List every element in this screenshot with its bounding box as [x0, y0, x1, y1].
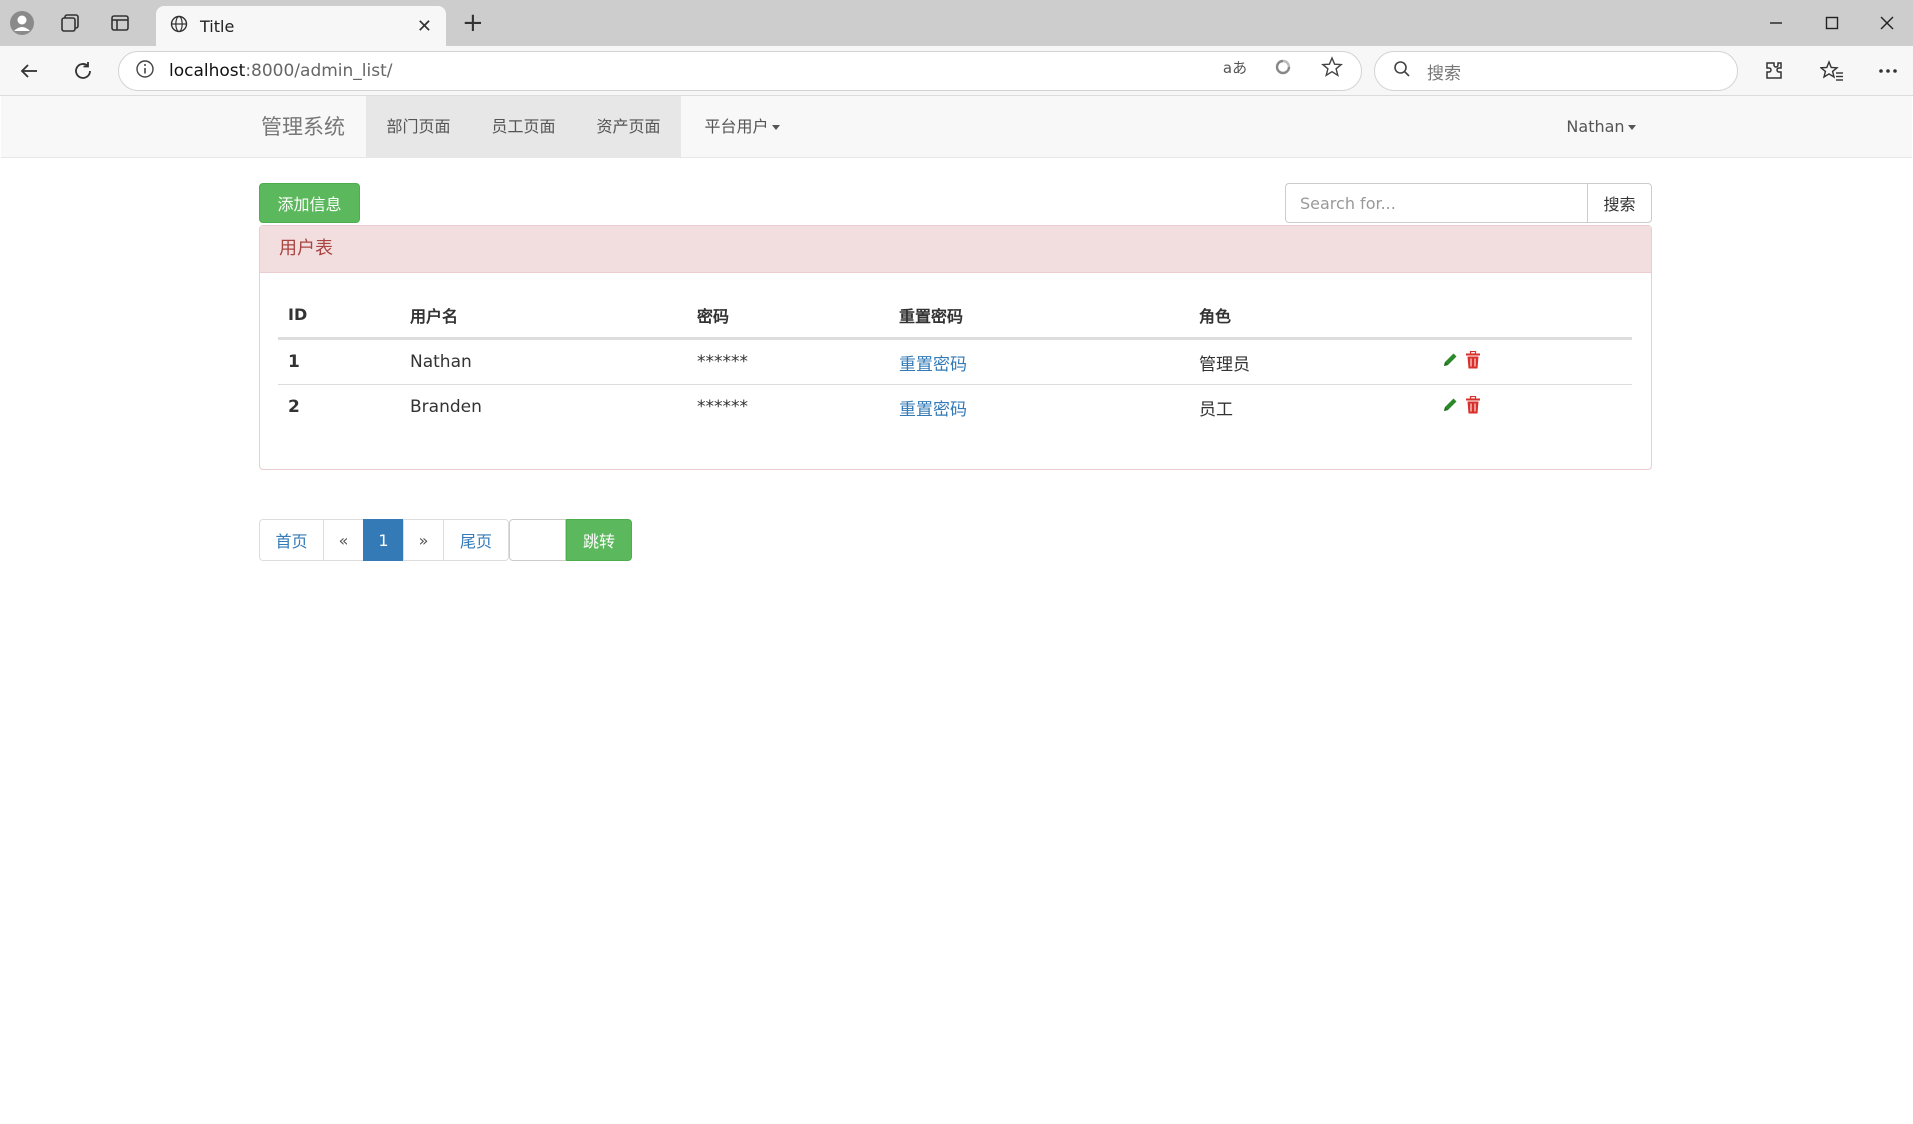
cell-password: ****** [697, 352, 748, 372]
caret-down-icon [771, 125, 780, 130]
more-menu-icon[interactable] [1874, 57, 1902, 85]
url-field[interactable]: localhost:8000/admin_list/ [118, 51, 1362, 91]
profile-icon[interactable] [8, 9, 36, 37]
browser-tab[interactable]: Title ✕ [156, 6, 446, 46]
new-tab-button[interactable]: + [462, 10, 484, 36]
cell-password: ****** [697, 397, 748, 417]
url-path: :8000/admin_list/ [245, 61, 393, 81]
top-navbar: 管理系统 部门页面 员工页面 资产页面 平台用户 Nathan [1, 96, 1912, 158]
column-header-reset-password: 重置密码 [899, 306, 964, 326]
site-info-icon[interactable] [135, 59, 155, 83]
cell-role: 员工 [1199, 399, 1233, 420]
tab-actions-icon[interactable] [106, 9, 134, 37]
column-header-role: 角色 [1199, 306, 1232, 326]
nav-dropdown-label: 平台用户 [704, 117, 769, 136]
page-first-button[interactable]: 首页 [259, 519, 324, 561]
table-header-row: ID 用户名 密码 重置密码 角色 [278, 292, 1632, 339]
edit-pencil-icon[interactable] [1441, 351, 1459, 374]
page-content: 管理系统 部门页面 员工页面 资产页面 平台用户 Nathan 添加信息 Sea… [0, 96, 1913, 1124]
maximize-icon[interactable] [1808, 8, 1856, 38]
cell-id: 2 [288, 397, 300, 417]
refresh-icon[interactable] [69, 57, 97, 85]
close-tab-icon[interactable]: ✕ [417, 16, 432, 37]
nav-link-departments[interactable]: 部门页面 [366, 96, 471, 158]
cell-username: Branden [410, 397, 482, 417]
page-jump-button[interactable]: 跳转 [566, 519, 632, 561]
table-row: 2 Branden ****** 重置密码 员工 [278, 384, 1632, 429]
url-host: localhost [169, 61, 246, 81]
search-button[interactable]: 搜索 [1587, 183, 1652, 223]
column-header-id: ID [288, 305, 308, 324]
reset-password-link[interactable]: 重置密码 [899, 385, 967, 429]
browser-search-box[interactable]: 搜索 [1374, 51, 1738, 91]
browser-essentials-icon[interactable] [1268, 53, 1298, 81]
nav-user-menu[interactable]: Nathan [1561, 96, 1641, 158]
reset-password-link[interactable]: 重置密码 [899, 340, 967, 384]
user-table-panel: 用户表 ID 用户名 密码 重置密码 角色 1 Nathan ****** 重置… [259, 225, 1652, 470]
panel-title: 用户表 [260, 226, 1651, 273]
search-icon [1393, 60, 1411, 82]
page-last-button[interactable]: 尾页 [443, 519, 509, 561]
globe-icon [170, 15, 188, 37]
nav-link-assets[interactable]: 资产页面 [576, 96, 681, 158]
row-actions [1441, 340, 1481, 384]
nav-link-employees[interactable]: 员工页面 [471, 96, 576, 158]
column-header-password: 密码 [697, 306, 730, 326]
read-aloud-icon[interactable]: aあ [1220, 53, 1250, 81]
back-arrow-icon[interactable] [15, 57, 43, 85]
page-next-button[interactable]: » [403, 519, 444, 561]
close-window-icon[interactable] [1863, 8, 1911, 38]
favorite-star-icon[interactable] [1317, 53, 1347, 81]
page-current-button[interactable]: 1 [363, 519, 404, 561]
search-input[interactable]: Search for... [1285, 183, 1587, 223]
caret-down-icon [1627, 125, 1636, 130]
row-actions [1441, 385, 1481, 429]
user-table: ID 用户名 密码 重置密码 角色 1 Nathan ****** 重置密码 管… [278, 292, 1632, 429]
cell-role: 管理员 [1199, 354, 1250, 375]
browser-tab-bar: Title ✕ + [0, 0, 1913, 46]
collections-icon[interactable] [56, 9, 84, 37]
minimize-icon[interactable] [1752, 8, 1800, 38]
page-prev-button[interactable]: « [323, 519, 364, 561]
delete-trash-icon[interactable] [1465, 395, 1481, 419]
page-jump-input[interactable] [509, 519, 566, 561]
browser-search-placeholder: 搜索 [1427, 63, 1461, 84]
address-bar-row: localhost:8000/admin_list/ aあ 搜索 [0, 46, 1913, 96]
nav-dropdown-platform-users[interactable]: 平台用户 [701, 96, 783, 158]
add-info-button[interactable]: 添加信息 [259, 183, 360, 223]
nav-user-name: Nathan [1566, 117, 1625, 136]
tab-title: Title [200, 16, 235, 36]
search-group: Search for... 搜索 [1285, 183, 1652, 223]
favorites-icon[interactable] [1818, 57, 1846, 85]
table-row: 1 Nathan ****** 重置密码 管理员 [278, 339, 1632, 384]
delete-trash-icon[interactable] [1465, 350, 1481, 374]
column-header-username: 用户名 [410, 306, 459, 326]
edit-pencil-icon[interactable] [1441, 396, 1459, 419]
extensions-icon[interactable] [1760, 57, 1788, 85]
navbar-brand[interactable]: 管理系统 [261, 96, 345, 158]
cell-id: 1 [288, 352, 300, 372]
cell-username: Nathan [410, 352, 472, 372]
pagination: 首页 « 1 » 尾页 跳转 [259, 519, 632, 561]
